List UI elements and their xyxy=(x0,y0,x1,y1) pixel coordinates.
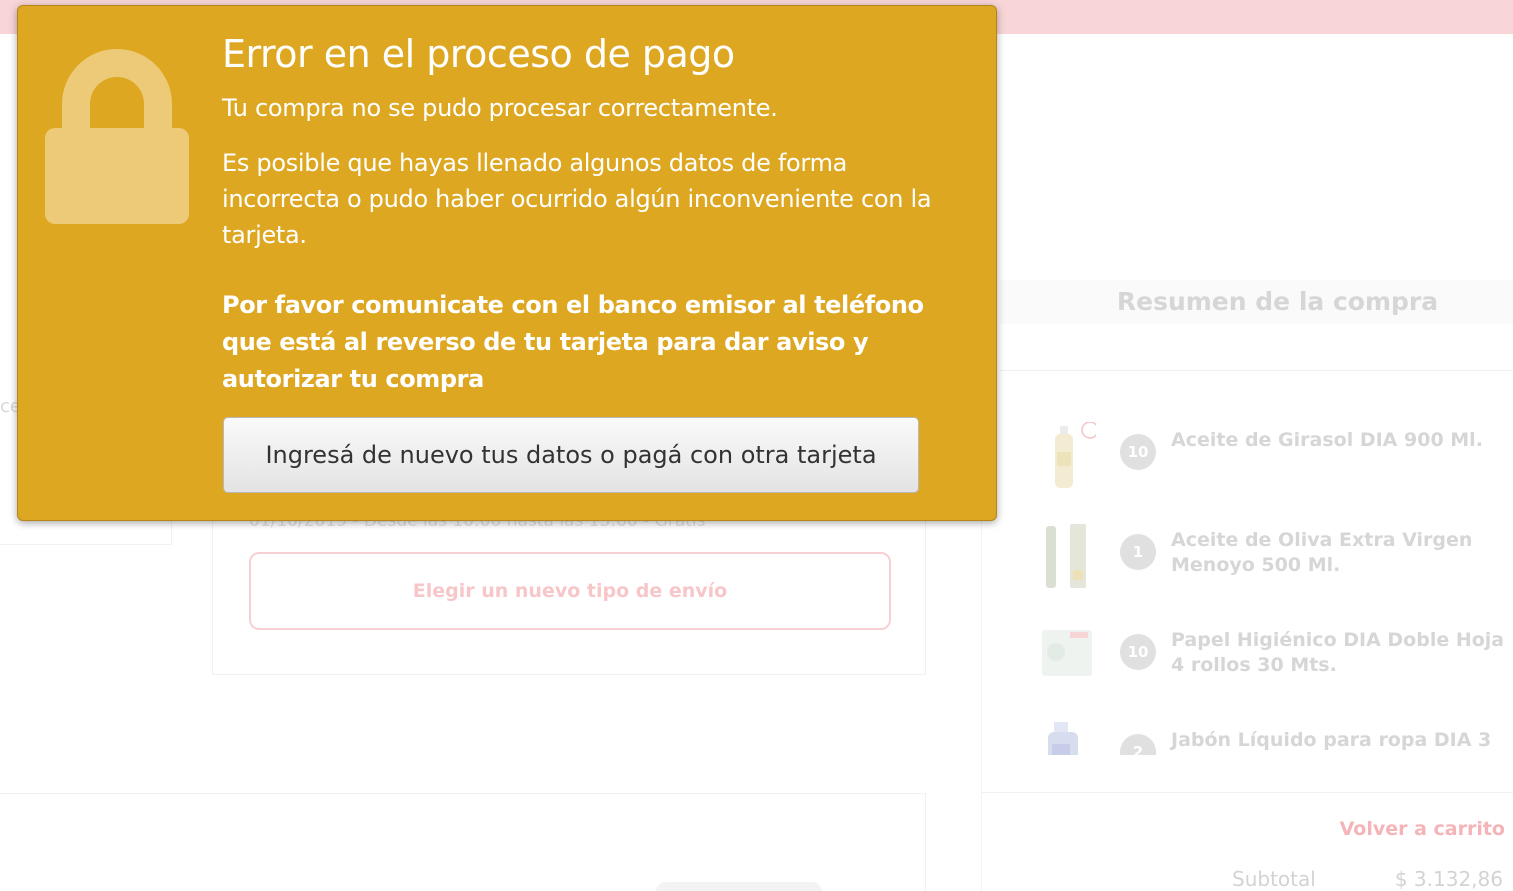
subtotal-value: $ 3.132,86 xyxy=(1394,867,1503,891)
product-qty-badge: 2 xyxy=(1120,734,1156,755)
modal-subtitle: Tu compra no se pudo procesar correctame… xyxy=(222,94,778,122)
bottom-panel xyxy=(0,793,926,891)
modal-instruction: Por favor comunicate con el banco emisor… xyxy=(222,291,924,393)
product-name: Aceite de Girasol DIA 900 Ml. xyxy=(1171,429,1483,451)
summary-divider xyxy=(1000,370,1513,371)
lock-icon xyxy=(45,49,189,224)
bottom-tab xyxy=(656,882,822,891)
product-item: 2 Jabón Líquido para ropa DIA 3 xyxy=(1040,722,1510,755)
subtotal-label: Subtotal xyxy=(1232,867,1316,891)
product-item: 10 Papel Higiénico DIA Doble Hoja 4 roll… xyxy=(1040,622,1510,702)
retry-payment-button[interactable]: Ingresá de nuevo tus datos o pagá con ot… xyxy=(223,417,919,493)
product-qty-badge: 10 xyxy=(1120,434,1156,470)
change-shipping-button[interactable]: Elegir un nuevo tipo de envío xyxy=(249,552,891,630)
product-item: 1 Aceite de Oliva Extra Virgen Menoyo 50… xyxy=(1040,522,1510,602)
product-name: Aceite de Oliva Extra Virgen Menoyo 500 … xyxy=(1171,529,1473,576)
summary-product-list[interactable]: 10 Aceite de Girasol DIA 900 Ml. 1 Aceit… xyxy=(1000,400,1513,755)
product-qty-badge: 1 xyxy=(1120,534,1156,570)
sunflower-oil-bottle-icon xyxy=(1055,422,1096,488)
olive-oil-bottle-icon xyxy=(1046,524,1086,588)
product-qty-badge: 10 xyxy=(1120,634,1156,670)
summary-bottom-divider xyxy=(982,792,1513,793)
product-name: Jabón Líquido para ropa DIA 3 xyxy=(1171,729,1492,751)
summary-title: Resumen de la compra xyxy=(1116,287,1439,316)
payment-error-modal: Error en el proceso de pago Tu compra no… xyxy=(17,5,997,521)
product-name: Papel Higiénico DIA Doble Hoja 4 rollos … xyxy=(1171,629,1505,676)
liquid-soap-bottle-icon xyxy=(1048,722,1078,755)
modal-title: Error en el proceso de pago xyxy=(222,32,735,76)
modal-description: Es posible que hayas llenado algunos dat… xyxy=(222,149,932,249)
back-to-cart-link[interactable]: Volver a carrito xyxy=(1340,818,1505,840)
product-item: 10 Aceite de Girasol DIA 900 Ml. xyxy=(1040,422,1510,502)
toilet-paper-pack-icon xyxy=(1042,630,1092,676)
